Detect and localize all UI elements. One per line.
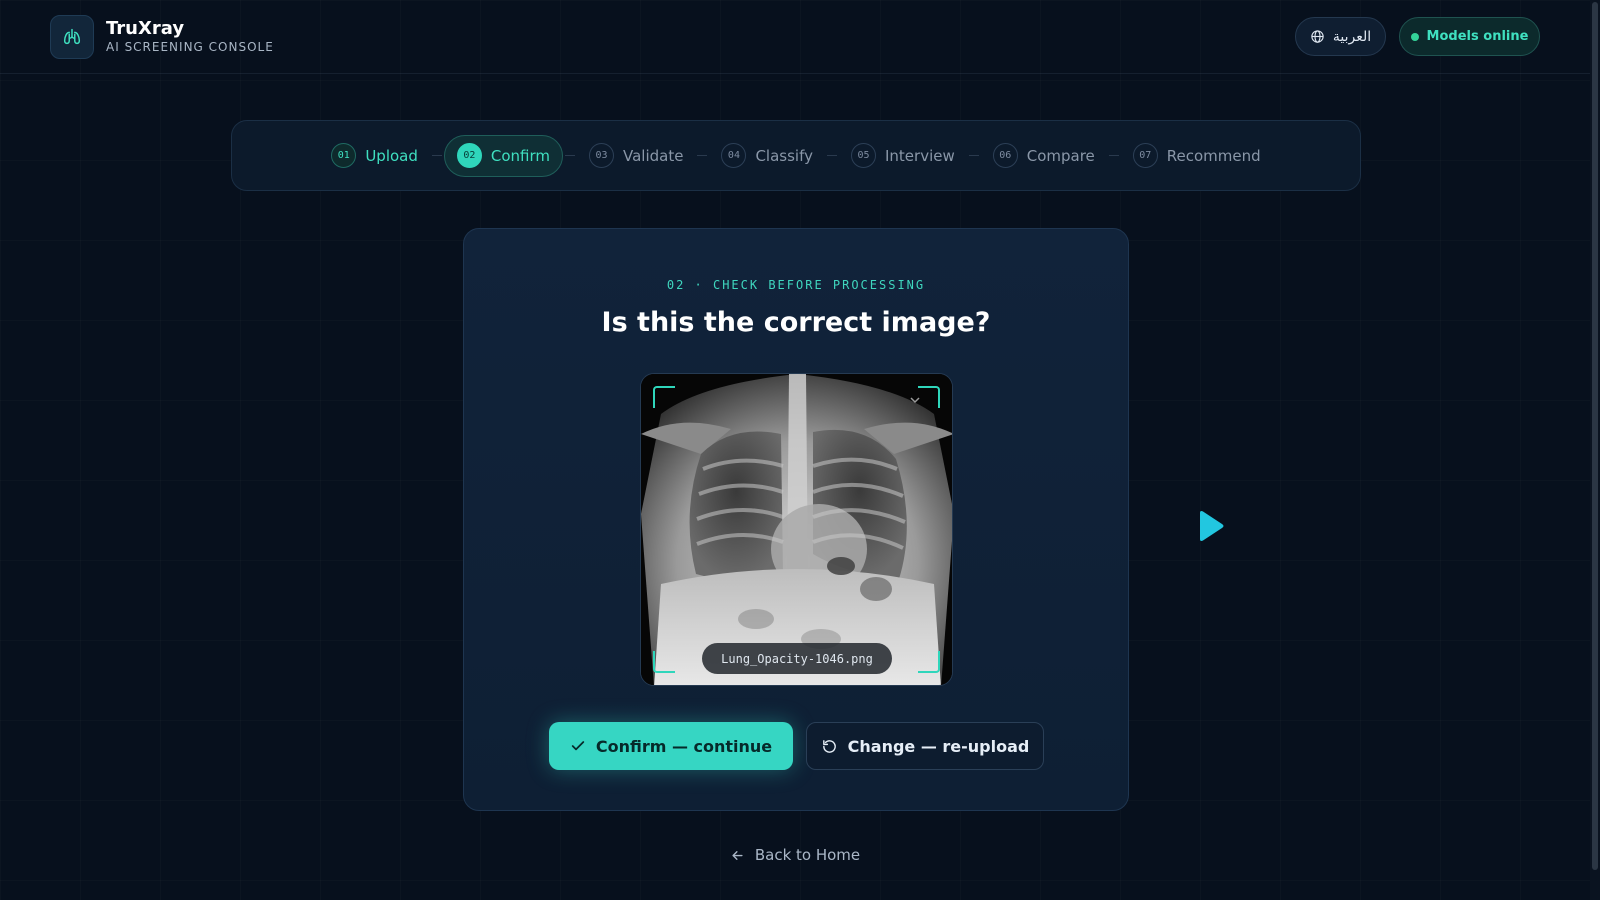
frame-corner: [653, 651, 675, 673]
page-scrollbar[interactable]: [1590, 0, 1600, 900]
step-number: 02: [456, 143, 482, 168]
step-label: Upload: [365, 146, 418, 165]
xray-preview: Lung_Opacity-1046.png: [640, 373, 953, 686]
refresh-icon: [822, 739, 836, 753]
step-number: 01: [331, 143, 357, 168]
step-number: 04: [721, 143, 747, 168]
scrollbar-thumb[interactable]: [1592, 2, 1598, 870]
check-icon: [571, 741, 585, 751]
play-icon[interactable]: [1197, 510, 1225, 546]
step-validate[interactable]: 03 Validate: [577, 135, 695, 177]
filename-badge: Lung_Opacity-1046.png: [702, 643, 892, 674]
step-number: 07: [1132, 143, 1158, 168]
change-button-label: Change — re-upload: [847, 736, 1030, 756]
step-label: Classify: [755, 146, 813, 165]
step-label: Recommend: [1166, 146, 1261, 165]
step-divider: [968, 155, 979, 156]
frame-corner: [653, 386, 675, 408]
card-title: Is this the correct image?: [601, 307, 991, 338]
progress-stepper: 01 Upload 02 Confirm 03 Validate 04 Clas…: [231, 120, 1361, 191]
step-divider: [565, 155, 575, 156]
step-compare[interactable]: 06 Compare: [981, 135, 1107, 177]
frame-corner: [918, 651, 940, 673]
top-bar: TruXray AI SCREENING CONSOLE العربية Mod…: [0, 0, 1590, 74]
step-number: 06: [992, 143, 1018, 168]
step-confirm[interactable]: 02 Confirm: [443, 134, 563, 177]
logo[interactable]: [50, 15, 94, 59]
arrow-left-icon: [732, 850, 743, 860]
status-dot-icon: [1410, 32, 1419, 41]
status-label: Models online: [1426, 29, 1529, 44]
step-eyebrow: 02 · CHECK BEFORE PROCESSING: [666, 278, 926, 292]
step-divider: [697, 155, 708, 156]
confirm-card: 02 · CHECK BEFORE PROCESSING Is this the…: [463, 228, 1129, 811]
step-number: 05: [850, 143, 876, 168]
language-label: العربية: [1332, 28, 1372, 45]
step-label: Validate: [623, 146, 684, 165]
lungs-icon: [63, 28, 81, 45]
step-divider: [431, 155, 442, 156]
brand-title: TruXray: [106, 18, 185, 39]
step-label: Confirm: [490, 146, 550, 165]
back-link-label: Back to Home: [754, 846, 861, 864]
change-reupload-button[interactable]: Change — re-upload: [806, 722, 1044, 770]
step-recommend[interactable]: 07 Recommend: [1121, 135, 1273, 177]
step-classify[interactable]: 04 Classify: [709, 135, 825, 177]
chest-xray-image: [641, 374, 952, 685]
back-to-home-link[interactable]: Back to Home: [0, 846, 1590, 864]
step-number: 03: [589, 143, 614, 168]
language-toggle-button[interactable]: العربية: [1295, 17, 1386, 56]
models-status-badge: Models online: [1399, 17, 1540, 56]
frame-corner: [918, 386, 940, 408]
brand-subtitle: AI SCREENING CONSOLE: [106, 40, 274, 54]
step-divider: [1108, 155, 1119, 156]
confirm-button-label: Confirm — continue: [595, 736, 773, 756]
globe-icon: [1311, 30, 1324, 43]
step-label: Compare: [1026, 146, 1095, 165]
step-upload[interactable]: 01 Upload: [319, 135, 430, 177]
confirm-continue-button[interactable]: Confirm — continue: [549, 722, 793, 770]
step-label: Interview: [884, 146, 955, 165]
step-divider: [826, 155, 837, 156]
step-interview[interactable]: 05 Interview: [839, 135, 967, 177]
